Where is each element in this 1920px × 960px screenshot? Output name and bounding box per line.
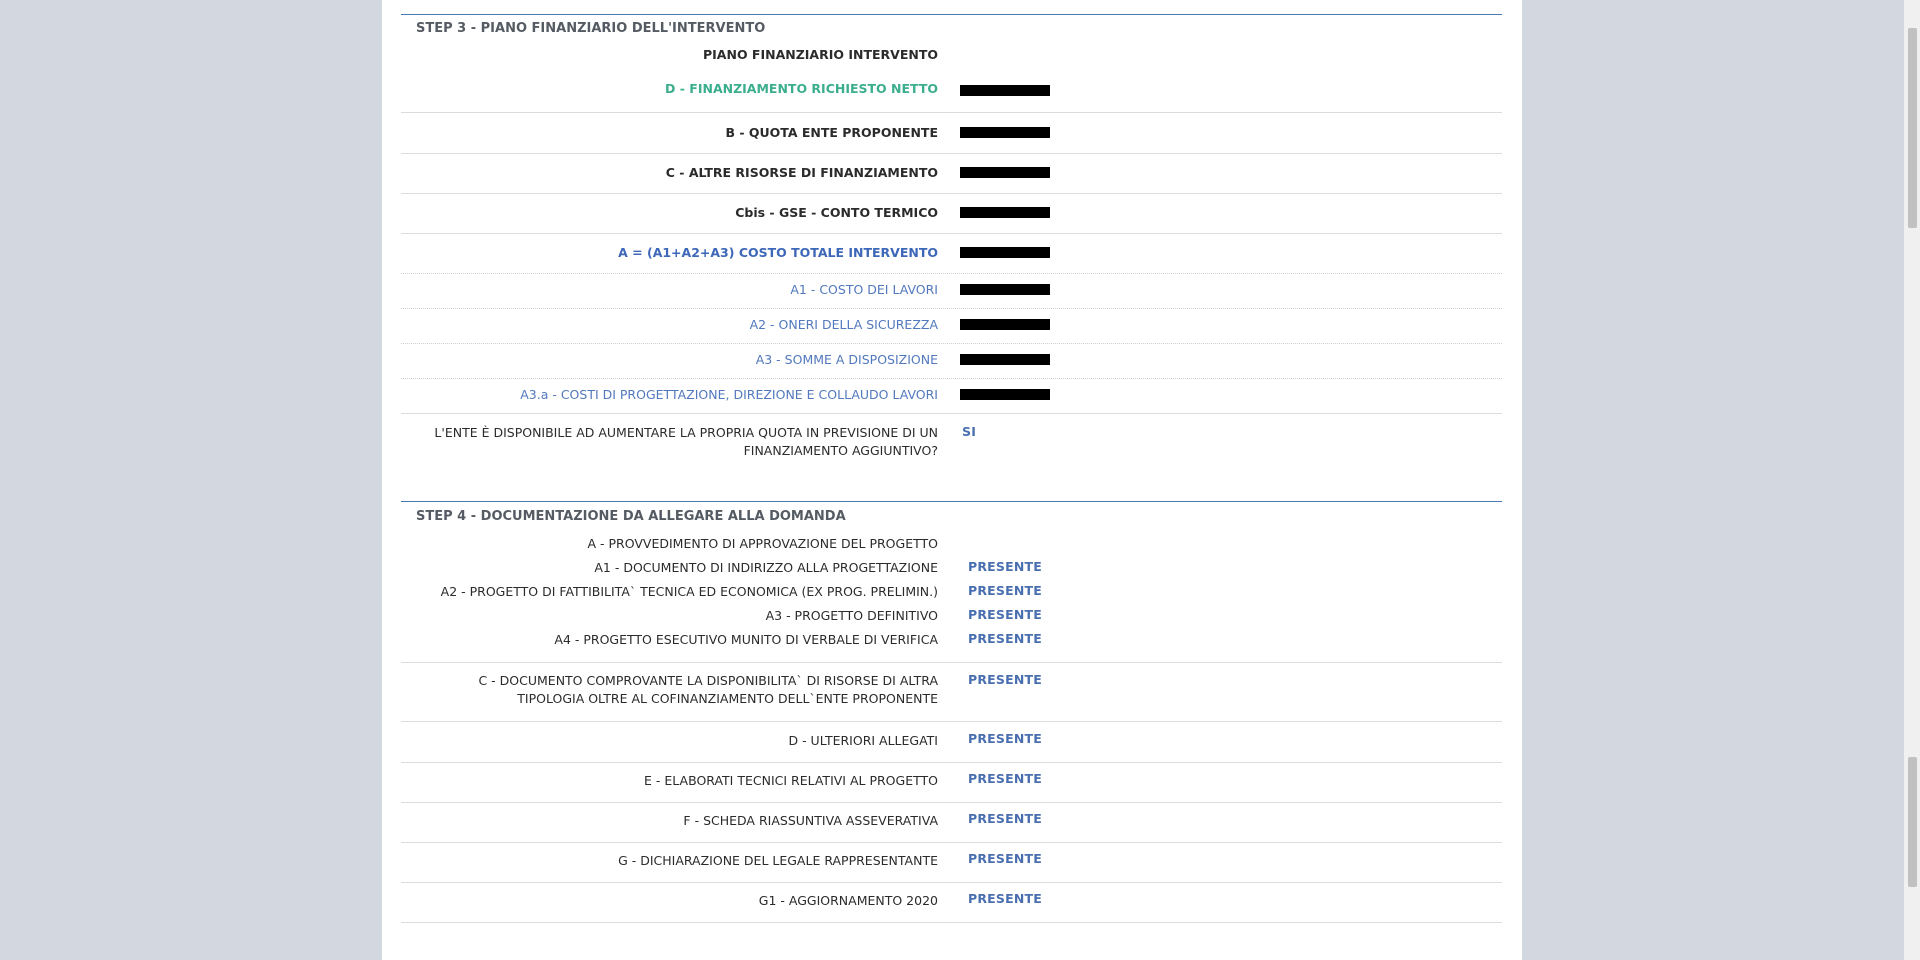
finance-label-b: B - QUOTA ENTE PROPONENTE — [725, 125, 938, 140]
doc-row-a1: A1 - DOCUMENTO DI INDIRIZZO ALLA PROGETT… — [401, 558, 1502, 578]
redacted-value — [960, 167, 1050, 178]
main-panel: STEP 3 - PIANO FINANZIARIO DELL'INTERVEN… — [382, 0, 1522, 960]
finance-label-a3a: A3.a - COSTI DI PROGETTAZIONE, DIREZIONE… — [520, 387, 938, 402]
scrollbar-thumb-upper[interactable] — [1908, 28, 1917, 228]
doc-row-f: F - SCHEDA RIASSUNTIVA ASSEVERATIVA PRES… — [401, 802, 1502, 843]
finance-row-d: D - FINANZIAMENTO RICHIESTO NETTO — [401, 67, 1502, 113]
doc-row-a2: A2 - PROGETTO DI FATTIBILITA` TECNICA ED… — [401, 582, 1502, 602]
doc-status-a3: PRESENTE — [968, 607, 1042, 622]
financial-plan-heading: PIANO FINANZIARIO INTERVENTO — [703, 47, 938, 62]
scrollbar-thumb-lower[interactable] — [1908, 757, 1917, 887]
finance-row-a3a: A3.a - COSTI DI PROGETTAZIONE, DIREZIONE… — [401, 378, 1502, 414]
finance-label-cbis: Cbis - GSE - CONTO TERMICO — [735, 205, 938, 220]
doc-status-a4: PRESENTE — [968, 631, 1042, 646]
doc-label-a1: A1 - DOCUMENTO DI INDIRIZZO ALLA PROGETT… — [594, 560, 938, 575]
step3-title: STEP 3 - PIANO FINANZIARIO DELL'INTERVEN… — [416, 21, 766, 36]
redacted-value — [960, 319, 1050, 330]
doc-label-e: E - ELABORATI TECNICI RELATIVI AL PROGET… — [644, 773, 938, 788]
doc-label-a4: A4 - PROGETTO ESECUTIVO MUNITO DI VERBAL… — [554, 632, 938, 647]
finance-row-cbis: Cbis - GSE - CONTO TERMICO — [401, 193, 1502, 234]
redacted-value — [960, 207, 1050, 218]
doc-status-f: PRESENTE — [968, 811, 1042, 826]
doc-row-a4: A4 - PROGETTO ESECUTIVO MUNITO DI VERBAL… — [401, 630, 1502, 663]
doc-status-c: PRESENTE — [968, 672, 1042, 687]
doc-group-a-heading: A - PROVVEDIMENTO DI APPROVAZIONE DEL PR… — [587, 536, 938, 551]
finance-row-a: A = (A1+A2+A3) COSTO TOTALE INTERVENTO — [401, 233, 1502, 274]
doc-label-g1: G1 - AGGIORNAMENTO 2020 — [758, 893, 938, 908]
doc-label-a2: A2 - PROGETTO DI FATTIBILITA` TECNICA ED… — [440, 584, 938, 599]
doc-status-d: PRESENTE — [968, 731, 1042, 746]
doc-status-g1: PRESENTE — [968, 891, 1042, 906]
finance-row-c: C - ALTRE RISORSE DI FINANZIAMENTO — [401, 153, 1502, 194]
doc-row-g: G - DICHIARAZIONE DEL LEGALE RAPPRESENTA… — [401, 842, 1502, 883]
finance-label-a1: A1 - COSTO DEI LAVORI — [790, 282, 938, 297]
finance-row-a1: A1 - COSTO DEI LAVORI — [401, 273, 1502, 309]
redacted-value — [960, 284, 1050, 295]
doc-status-a2: PRESENTE — [968, 583, 1042, 598]
finance-label-a: A = (A1+A2+A3) COSTO TOTALE INTERVENTO — [618, 245, 938, 260]
doc-row-g1: G1 - AGGIORNAMENTO 2020 PRESENTE — [401, 882, 1502, 923]
availability-question-row: L'ENTE È DISPONIBILE AD AUMENTARE LA PRO… — [401, 414, 1502, 474]
doc-label-f: F - SCHEDA RIASSUNTIVA ASSEVERATIVA — [683, 813, 938, 828]
financial-plan-heading-row: PIANO FINANZIARIO INTERVENTO — [401, 45, 1502, 65]
page-scrollbar[interactable] — [1904, 0, 1920, 960]
doc-row-d: D - ULTERIORI ALLEGATI PRESENTE — [401, 722, 1502, 763]
doc-status-g: PRESENTE — [968, 851, 1042, 866]
finance-row-b: B - QUOTA ENTE PROPONENTE — [401, 113, 1502, 154]
step4-title: STEP 4 - DOCUMENTAZIONE DA ALLEGARE ALLA… — [416, 509, 846, 524]
finance-row-a2: A2 - ONERI DELLA SICUREZZA — [401, 308, 1502, 344]
doc-label-g: G - DICHIARAZIONE DEL LEGALE RAPPRESENTA… — [618, 853, 938, 868]
doc-group-a-heading-row: A - PROVVEDIMENTO DI APPROVAZIONE DEL PR… — [401, 534, 1502, 554]
doc-row-e: E - ELABORATI TECNICI RELATIVI AL PROGET… — [401, 762, 1502, 803]
doc-status-a1: PRESENTE — [968, 559, 1042, 574]
redacted-value — [960, 247, 1050, 258]
availability-question-label: L'ENTE È DISPONIBILE AD AUMENTARE LA PRO… — [434, 425, 938, 458]
availability-answer: SI — [962, 424, 977, 439]
finance-label-a2: A2 - ONERI DELLA SICUREZZA — [749, 317, 938, 332]
redacted-value — [960, 354, 1050, 365]
redacted-value — [960, 127, 1050, 138]
finance-label-a3: A3 - SOMME A DISPOSIZIONE — [755, 352, 938, 367]
step3-section: STEP 3 - PIANO FINANZIARIO DELL'INTERVEN… — [401, 14, 1502, 458]
doc-row-c: C - DOCUMENTO COMPROVANTE LA DISPONIBILI… — [401, 663, 1502, 722]
finance-label-d: D - FINANZIAMENTO RICHIESTO NETTO — [665, 81, 938, 96]
doc-label-a3: A3 - PROGETTO DEFINITIVO — [765, 608, 938, 623]
step4-section: STEP 4 - DOCUMENTAZIONE DA ALLEGARE ALLA… — [401, 501, 1502, 923]
redacted-value — [960, 389, 1050, 400]
doc-label-c: C - DOCUMENTO COMPROVANTE LA DISPONIBILI… — [478, 673, 938, 706]
doc-row-a3: A3 - PROGETTO DEFINITIVO PRESENTE — [401, 606, 1502, 626]
doc-status-e: PRESENTE — [968, 771, 1042, 786]
finance-row-a3: A3 - SOMME A DISPOSIZIONE — [401, 343, 1502, 379]
doc-label-d: D - ULTERIORI ALLEGATI — [788, 733, 938, 748]
redacted-value — [960, 85, 1050, 96]
finance-label-c: C - ALTRE RISORSE DI FINANZIAMENTO — [665, 165, 938, 180]
